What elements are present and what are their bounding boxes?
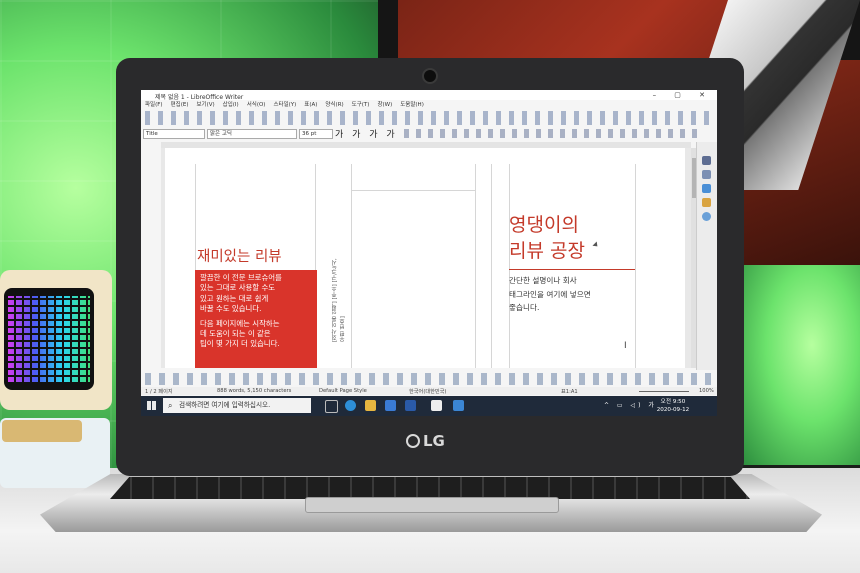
word-count[interactable]: 888 words, 5,150 characters [217, 388, 291, 394]
table-cell-status: 표1:A1 [561, 389, 578, 395]
heading-line: 영댕이의 [509, 214, 579, 236]
store-icon[interactable] [385, 400, 396, 411]
webcam-icon [422, 68, 438, 84]
body-line: 태그라인을 여기에 넣으면 [509, 289, 591, 299]
page-style[interactable]: Default Page Style [319, 388, 367, 394]
properties-icon[interactable] [702, 156, 711, 165]
menu-styles[interactable]: 스타일(Y) [273, 100, 296, 109]
search-icon: ⌕ [168, 401, 173, 410]
vertical-address-text[interactable]: [회사 이름 입력] [주소] [구/군/시, 우편 번호] [331, 256, 361, 342]
navigator-icon[interactable] [702, 212, 711, 221]
menu-form[interactable]: 양식(R) [325, 100, 343, 109]
clock-time: 오전 9:50 [660, 399, 686, 405]
laptop-touchpad [305, 497, 559, 513]
zoom-slider[interactable] [639, 391, 689, 392]
lg-circle-icon [406, 434, 420, 448]
menu-format[interactable]: 서식(O) [247, 100, 266, 109]
heading-line: 리뷰 공장 [509, 240, 585, 262]
heading-underline [509, 269, 635, 270]
taskbar-search-input[interactable]: ⌕ 검색하려면 여기에 입력하십시오. [163, 398, 311, 413]
menu-tools[interactable]: 도구(T) [352, 100, 370, 109]
brochure-red-textbox[interactable]: 깔끔한 이 전문 브로슈어를 있는 그대로 사용할 수도 있고 원하는 대로 쉽… [195, 270, 317, 368]
windows-taskbar: ⌕ 검색하려면 여기에 입력하십시오. ^ ▭ ◁) 가 오전 9:50 202… [141, 396, 717, 416]
menu-help[interactable]: 도움말(H) [400, 100, 424, 109]
taskbar-clock[interactable]: 오전 9:50 2020-09-12 [653, 398, 693, 414]
system-tray[interactable]: ^ ▭ ◁) 가 [604, 400, 657, 409]
body-line: 좋습니다. [509, 303, 540, 312]
brand-text: LG [423, 432, 445, 450]
brochure-right-body[interactable]: 간단한 설명이나 회사 태그라인을 여기에 넣으면 좋습니다. [509, 274, 591, 315]
text-cursor-icon: I [624, 341, 627, 351]
page-count[interactable]: 1 / 2 페이지 [145, 388, 173, 395]
edge-icon[interactable] [345, 400, 356, 411]
laptop-keyboard [110, 477, 750, 499]
task-view-icon[interactable] [325, 400, 338, 413]
body-line: 간단한 설명이나 회사 [509, 276, 577, 285]
alignment-toolbar-icons[interactable] [401, 129, 701, 138]
paragraph-style-select[interactable]: Title [143, 129, 205, 139]
row-guide [351, 190, 475, 191]
libreoffice-icon[interactable] [431, 400, 442, 411]
file-explorer-icon[interactable] [365, 400, 376, 411]
textbox-line: 깔끔한 이 전문 브로슈어를 [200, 273, 282, 282]
windows-start-icon[interactable] [147, 401, 156, 410]
pixel-speaker-display [4, 288, 94, 390]
brochure-right-heading[interactable]: 영댕이의 리뷰 공장 [509, 212, 585, 264]
textbox-line: 다음 페이지에는 시작하는 [200, 318, 280, 328]
font-name-select[interactable]: 맑은 고딕 [207, 129, 297, 139]
lg-logo: LG [406, 432, 452, 450]
zoom-level[interactable]: 100% [699, 388, 714, 394]
menu-bar: 파일(F) 편집(E) 보기(V) 삽입(I) 서식(O) 스타일(Y) 표(A… [141, 100, 717, 109]
menu-file[interactable]: 파일(F) [145, 100, 163, 109]
textbox-line: 바꿀 수도 있습니다. [200, 304, 262, 314]
equalizer-bars [8, 296, 90, 382]
textbox-line: 데 도움이 되는 이 같은 [200, 329, 271, 339]
language-status[interactable]: 한국어(대한민국) [409, 388, 446, 395]
textbox-line: 있는 그대로 사용할 수도 [200, 283, 276, 293]
column-guide [635, 164, 636, 368]
status-bar: 1 / 2 페이지 888 words, 5,150 characters De… [141, 387, 717, 395]
menu-insert[interactable]: 삽입(I) [223, 100, 239, 109]
formatting-toolbar: Title 맑은 고딕 36 pt 가 가 가 가 [141, 127, 717, 140]
font-size-select[interactable]: 36 pt [299, 129, 333, 139]
styles-icon[interactable] [702, 184, 711, 193]
gallery-icon[interactable] [702, 198, 711, 207]
page-icon[interactable] [702, 170, 711, 179]
textbox-line: 팁이 몇 가지 더 있습니다. [200, 339, 280, 349]
column-guide [475, 164, 476, 368]
search-placeholder: 검색하려면 여기에 입력하십시오. [179, 401, 271, 409]
bold-italic-underline-buttons[interactable]: 가 가 가 가 [335, 127, 398, 140]
standard-toolbar[interactable] [141, 111, 717, 125]
drawing-toolbar[interactable] [141, 373, 717, 385]
column-guide [491, 164, 492, 368]
menu-table[interactable]: 표(A) [304, 100, 317, 109]
menu-view[interactable]: 보기(V) [196, 100, 214, 109]
brochure-left-heading[interactable]: 재미있는 리뷰 [197, 245, 282, 266]
document-area: 재미있는 리뷰 깔끔한 이 전문 브로슈어를 있는 그대로 사용할 수도 있고 … [161, 148, 691, 368]
writer-icon[interactable] [453, 400, 464, 411]
green-brick-wall-right [740, 265, 860, 465]
speaker-keys [2, 420, 82, 442]
laptop-screen: 제목 없음 1 - LibreOffice Writer – ▢ ✕ 파일(F)… [141, 90, 717, 416]
title-bar: 제목 없음 1 - LibreOffice Writer – ▢ ✕ [141, 90, 717, 101]
sidebar-deck [696, 142, 717, 370]
mail-icon[interactable] [405, 400, 416, 411]
column-guide [509, 164, 510, 368]
window-controls[interactable]: – ▢ ✕ [653, 91, 713, 99]
menu-edit[interactable]: 편집(E) [171, 100, 189, 109]
textbox-line: 있고 원하는 대로 쉽게 [200, 293, 269, 303]
clock-date: 2020-09-12 [656, 407, 690, 413]
menu-window[interactable]: 창(W) [377, 100, 392, 109]
